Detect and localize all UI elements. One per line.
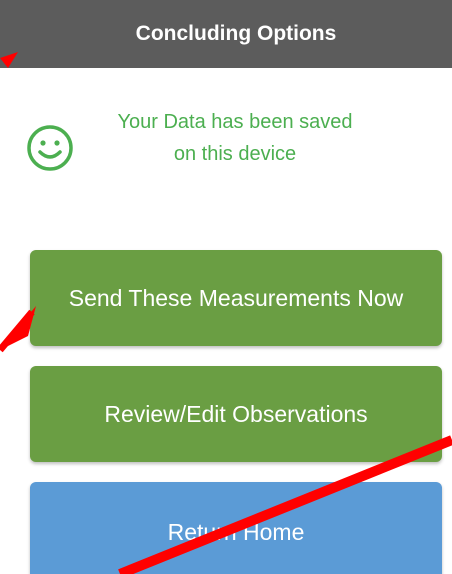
return-home-button[interactable]: Return Home bbox=[30, 482, 442, 574]
annotation-arrow-send-shaft bbox=[0, 309, 35, 353]
page-title: Concluding Options bbox=[135, 22, 337, 45]
review-edit-observations-button[interactable]: Review/Edit Observations bbox=[30, 366, 442, 462]
smiley-icon bbox=[27, 125, 73, 171]
review-edit-observations-label: Review/Edit Observations bbox=[104, 401, 368, 427]
send-measurements-label: Send These Measurements Now bbox=[68, 285, 404, 311]
header-bar: Concluding Options bbox=[0, 0, 452, 68]
concluding-options-screen: Concluding Options Your Data has been sa… bbox=[0, 0, 452, 574]
save-status-message: Your Data has been saved on this device bbox=[117, 111, 353, 165]
return-home-label: Return Home bbox=[167, 519, 305, 545]
send-measurements-button[interactable]: Send These Measurements Now bbox=[30, 250, 442, 346]
save-status: Your Data has been saved on this device bbox=[0, 100, 452, 210]
